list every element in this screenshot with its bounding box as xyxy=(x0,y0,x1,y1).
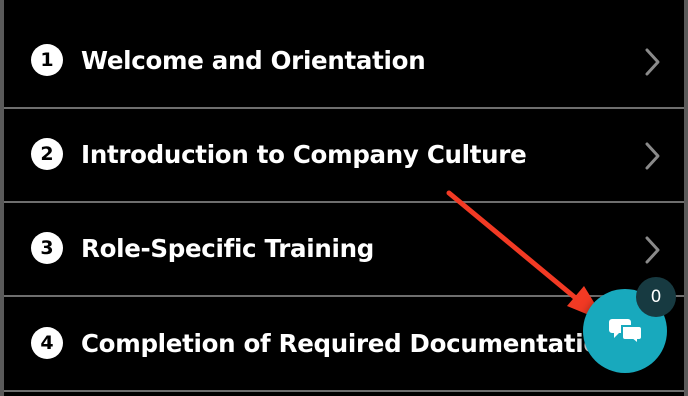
row-divider xyxy=(4,201,684,203)
step-number-badge: 2 xyxy=(31,138,63,170)
chevron-right-icon xyxy=(645,236,660,264)
chevron-right-icon xyxy=(645,142,660,170)
list-right-border xyxy=(684,0,688,396)
step-row-3[interactable]: 3 Role-Specific Training xyxy=(4,204,684,295)
step-title: Role-Specific Training xyxy=(81,234,374,263)
step-title: Welcome and Orientation xyxy=(81,46,426,75)
step-row-1[interactable]: 1 Welcome and Orientation xyxy=(4,16,684,107)
step-number-badge: 4 xyxy=(31,327,63,359)
chat-bubbles-icon xyxy=(609,319,643,345)
row-divider xyxy=(4,390,684,392)
step-row-4[interactable]: 4 Completion of Required Documentation xyxy=(4,299,684,390)
step-row-2[interactable]: 2 Introduction to Company Culture xyxy=(4,110,684,201)
step-title: Introduction to Company Culture xyxy=(81,140,527,169)
row-divider xyxy=(4,295,684,297)
chevron-right-icon xyxy=(645,48,660,76)
step-number-badge: 3 xyxy=(31,232,63,264)
row-divider xyxy=(4,107,684,109)
step-number-badge: 1 xyxy=(31,44,63,76)
unread-count-badge: 0 xyxy=(636,277,676,317)
step-title: Completion of Required Documentation xyxy=(81,329,618,358)
